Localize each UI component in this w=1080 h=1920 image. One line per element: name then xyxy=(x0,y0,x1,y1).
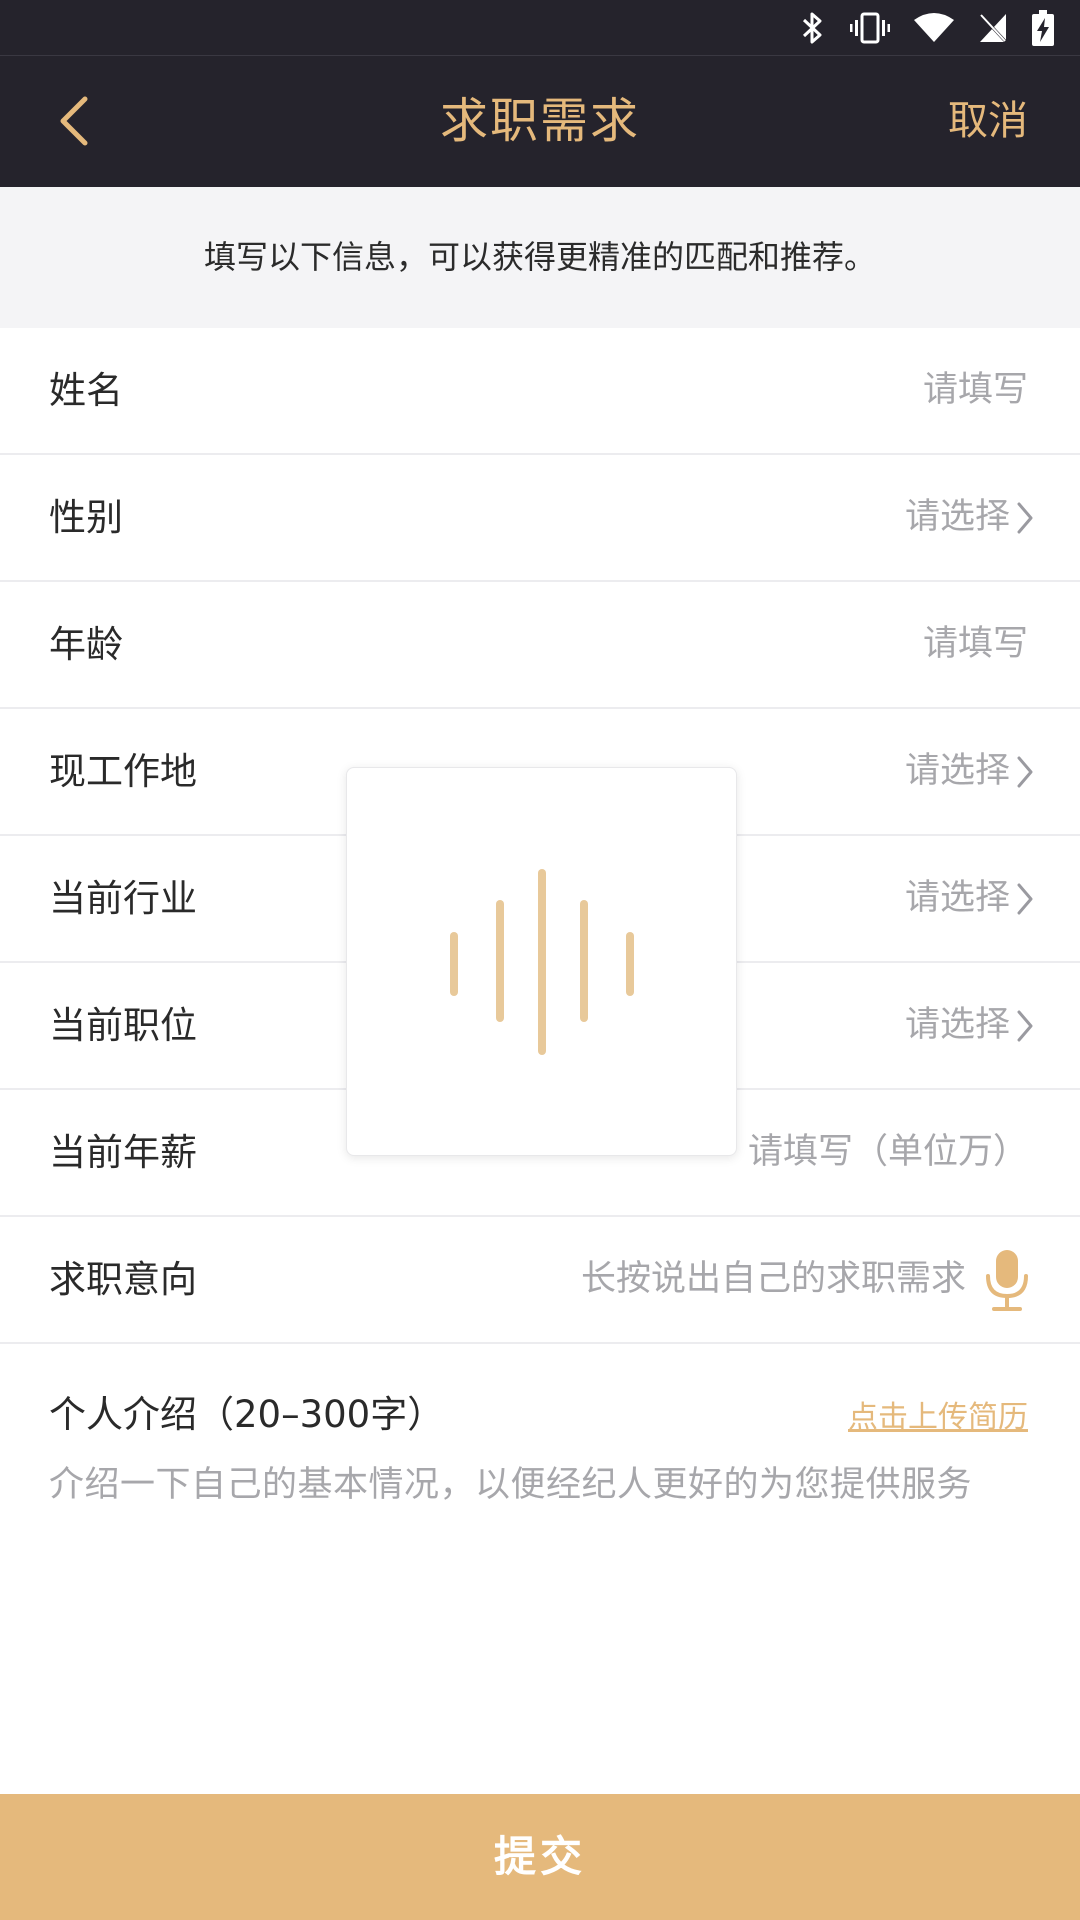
gender-placeholder: 请选择 xyxy=(904,497,1010,537)
industry-label: 当前行业 xyxy=(49,877,197,920)
personal-intro-section: 个人介绍（20–300字） 点击上传简历 介绍一下自己的基本情况，以便经纪人更好… xyxy=(0,1344,1080,1794)
status-bar xyxy=(0,0,1080,56)
vibrate-icon xyxy=(850,12,890,43)
personal-intro-label: 个人介绍（20–300字） xyxy=(49,1393,445,1436)
intention-placeholder: 长按说出自己的求职需求 xyxy=(580,1259,966,1299)
page-title: 求职需求 xyxy=(439,93,640,149)
intention-voice-input[interactable]: 长按说出自己的求职需求 xyxy=(581,1217,1030,1342)
upload-resume-link[interactable]: 点击上传简历 xyxy=(848,1392,1028,1436)
age-row[interactable]: 年龄 请填写 xyxy=(0,582,1080,709)
microphone-icon[interactable] xyxy=(984,1248,1030,1312)
intention-row[interactable]: 求职意向 长按说出自己的求职需求 xyxy=(0,1217,1080,1344)
name-placeholder: 请填写 xyxy=(922,370,1028,410)
location-select[interactable]: 请选择 xyxy=(905,709,1034,834)
wave-bar xyxy=(580,900,588,1022)
chevron-right-icon xyxy=(1017,1010,1033,1041)
position-placeholder: 请选择 xyxy=(904,1005,1010,1045)
chevron-right-icon xyxy=(1017,502,1033,533)
location-label: 现工作地 xyxy=(49,750,197,793)
gender-label: 性别 xyxy=(49,496,123,539)
personal-intro-textarea[interactable]: 介绍一下自己的基本情况，以便经纪人更好的为您提供服务 xyxy=(49,1456,972,1507)
salary-input[interactable]: 请填写（单位万） xyxy=(748,1090,1028,1215)
wifi-icon xyxy=(914,12,954,42)
industry-select[interactable]: 请选择 xyxy=(905,836,1034,961)
wave-bar xyxy=(538,869,546,1055)
age-label: 年龄 xyxy=(49,623,123,666)
chevron-right-icon xyxy=(1017,883,1033,914)
age-placeholder: 请填写 xyxy=(922,624,1028,664)
chevron-right-icon xyxy=(1017,756,1033,787)
intro-banner: 填写以下信息，可以获得更精准的匹配和推荐。 xyxy=(0,187,1080,328)
age-input[interactable]: 请填写 xyxy=(923,582,1028,707)
cancel-button[interactable]: 取消 xyxy=(948,56,1028,187)
back-button[interactable] xyxy=(38,86,108,156)
salary-placeholder: 请填写（单位万） xyxy=(747,1132,1028,1172)
gender-row[interactable]: 性别 请选择 xyxy=(0,455,1080,582)
name-row[interactable]: 姓名 请填写 xyxy=(0,328,1080,455)
position-label: 当前职位 xyxy=(49,1004,197,1047)
name-input[interactable]: 请填写 xyxy=(923,328,1028,453)
wave-bar xyxy=(626,932,634,996)
name-label: 姓名 xyxy=(49,369,123,412)
industry-placeholder: 请选择 xyxy=(904,878,1010,918)
battery-charging-icon xyxy=(1032,9,1054,46)
position-select[interactable]: 请选择 xyxy=(905,963,1034,1088)
chevron-left-icon xyxy=(60,96,88,146)
voice-recording-overlay xyxy=(346,767,737,1156)
intention-label: 求职意向 xyxy=(49,1258,197,1301)
gender-select[interactable]: 请选择 xyxy=(905,455,1034,580)
no-sim-icon xyxy=(978,12,1008,43)
wave-bar xyxy=(450,932,458,996)
bluetooth-icon xyxy=(802,12,822,43)
submit-button[interactable]: 提交 xyxy=(0,1794,1080,1920)
location-placeholder: 请选择 xyxy=(904,751,1010,791)
salary-label: 当前年薪 xyxy=(49,1131,197,1174)
app-header: 求职需求 取消 xyxy=(0,56,1080,187)
wave-bar xyxy=(496,900,504,1022)
